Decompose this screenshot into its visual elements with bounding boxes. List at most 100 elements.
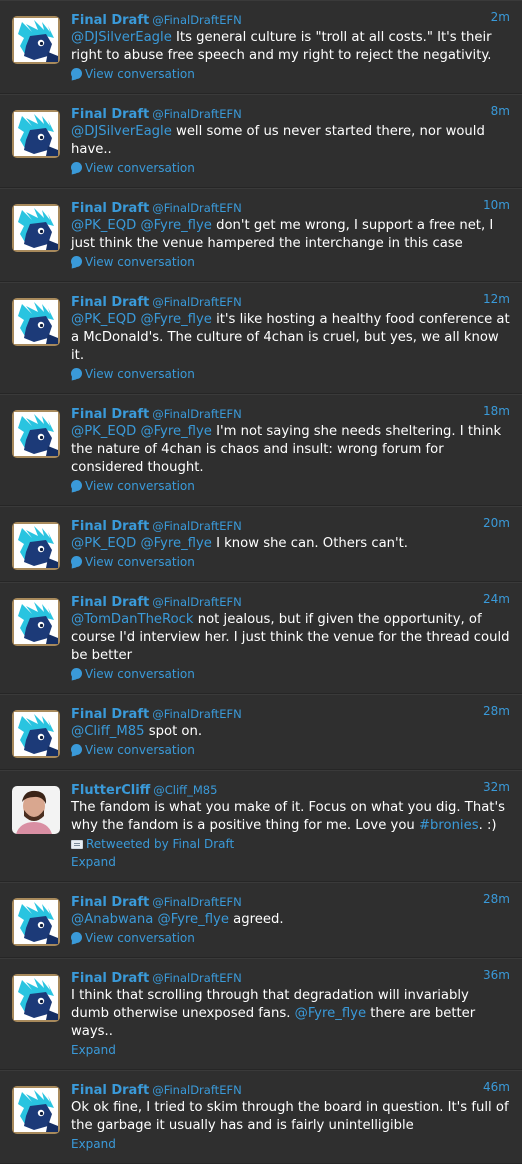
timestamp[interactable]: 36m	[483, 968, 510, 982]
author-handle[interactable]: @FinalDraftEFN	[152, 407, 241, 421]
tweet-item[interactable]: Final Draft @FinalDraftEFN 46m Ok ok fine, …	[0, 1070, 522, 1164]
mention-link[interactable]: @TomDanTheRock	[71, 612, 194, 627]
expand-link[interactable]: Expand	[71, 1135, 510, 1153]
view-conversation-link[interactable]: View conversation	[71, 159, 510, 177]
speech-bubble-icon	[71, 368, 82, 379]
mention-link[interactable]: @Anabwana	[71, 912, 153, 927]
expand-link[interactable]: Expand	[71, 1041, 510, 1059]
mention-link[interactable]: @Fyre_flye	[295, 1006, 366, 1021]
timestamp[interactable]: 28m	[483, 704, 510, 718]
avatar[interactable]	[12, 710, 60, 758]
text-segment: agreed.	[228, 912, 284, 927]
avatar[interactable]	[12, 204, 60, 252]
footer-link-label: View conversation	[85, 931, 195, 945]
author-name[interactable]: Final Draft	[71, 595, 149, 610]
mention-link[interactable]: @Fyre_flye	[158, 912, 229, 927]
mention-link[interactable]: @PK_EQD	[71, 312, 136, 327]
view-conversation-link[interactable]: View conversation	[71, 665, 510, 683]
author-handle[interactable]: @FinalDraftEFN	[152, 1083, 241, 1097]
tweet-item[interactable]: Final Draft @FinalDraftEFN 28m @Cliff_M85 s…	[0, 694, 522, 770]
avatar[interactable]	[12, 110, 60, 158]
retweeted-by[interactable]: Retweeted by Final Draft	[71, 835, 510, 853]
mention-link[interactable]: @DJSilverEagle	[71, 30, 172, 45]
timestamp[interactable]: 8m	[491, 104, 510, 118]
view-conversation-link[interactable]: View conversation	[71, 65, 510, 83]
author-handle[interactable]: @FinalDraftEFN	[152, 13, 241, 27]
tweet-item[interactable]: Final Draft @FinalDraftEFN 2m @DJSilverEagl…	[0, 0, 522, 94]
author-name[interactable]: Final Draft	[71, 519, 149, 534]
author-name[interactable]: Final Draft	[71, 13, 149, 28]
avatar[interactable]	[12, 786, 60, 834]
avatar[interactable]	[12, 298, 60, 346]
timestamp[interactable]: 24m	[483, 592, 510, 606]
timestamp[interactable]: 2m	[491, 10, 510, 24]
timestamp[interactable]: 20m	[483, 516, 510, 530]
avatar[interactable]	[12, 898, 60, 946]
author-name[interactable]: Final Draft	[71, 895, 149, 910]
timestamp[interactable]: 46m	[483, 1080, 510, 1094]
timestamp[interactable]: 10m	[483, 198, 510, 212]
author-handle[interactable]: @FinalDraftEFN	[152, 707, 241, 721]
mention-link[interactable]: @PK_EQD	[71, 536, 136, 551]
author-name[interactable]: FlutterCliff	[71, 783, 150, 798]
author-handle[interactable]: @FinalDraftEFN	[152, 971, 241, 985]
pony-avatar-art	[12, 1086, 60, 1134]
timestamp[interactable]: 18m	[483, 404, 510, 418]
avatar[interactable]	[12, 522, 60, 570]
mention-link[interactable]: @PK_EQD	[71, 424, 136, 439]
view-conversation-link[interactable]: View conversation	[71, 929, 510, 947]
tweet-item[interactable]: FlutterCliff @Cliff_M85 32m The fandom is w…	[0, 770, 522, 882]
author-name[interactable]: Final Draft	[71, 107, 149, 122]
author-name[interactable]: Final Draft	[71, 295, 149, 310]
mention-link[interactable]: @Cliff_M85	[71, 724, 145, 739]
tweet-item[interactable]: Final Draft @FinalDraftEFN 24m @TomDanTheRo…	[0, 582, 522, 694]
tweet-item[interactable]: Final Draft @FinalDraftEFN 10m @PK_EQD @Fyr…	[0, 188, 522, 282]
mention-link[interactable]: @Fyre_flye	[140, 424, 211, 439]
tweet-text: @PK_EQD @Fyre_flye it's like hosting a h…	[71, 311, 510, 365]
view-conversation-link[interactable]: View conversation	[71, 253, 510, 271]
expand-link[interactable]: Expand	[71, 853, 510, 871]
avatar[interactable]	[12, 598, 60, 646]
tweet-spacer	[71, 177, 510, 187]
tweet-item[interactable]: Final Draft @FinalDraftEFN 12m @PK_EQD @Fyr…	[0, 282, 522, 394]
author-name[interactable]: Final Draft	[71, 1083, 149, 1098]
avatar[interactable]	[12, 16, 60, 64]
author-handle[interactable]: @FinalDraftEFN	[152, 295, 241, 309]
author-name[interactable]: Final Draft	[71, 707, 149, 722]
author-name[interactable]: Final Draft	[71, 201, 149, 216]
tweet-item[interactable]: Final Draft @FinalDraftEFN 20m @PK_EQD @Fyr…	[0, 506, 522, 582]
tweet-item[interactable]: Final Draft @FinalDraftEFN 36m I think that…	[0, 958, 522, 1070]
author-name[interactable]: Final Draft	[71, 407, 149, 422]
avatar[interactable]	[12, 974, 60, 1022]
tweet-header: Final Draft @FinalDraftEFN 2m	[71, 9, 510, 29]
mention-link[interactable]: @PK_EQD	[71, 218, 136, 233]
view-conversation-link[interactable]: View conversation	[71, 365, 510, 383]
tweet-item[interactable]: Final Draft @FinalDraftEFN 18m @PK_EQD @Fyr…	[0, 394, 522, 506]
mention-link[interactable]: @Fyre_flye	[140, 312, 211, 327]
avatar[interactable]	[12, 1086, 60, 1134]
hashtag-link[interactable]: #bronies	[419, 818, 479, 833]
mention-link[interactable]: @Fyre_flye	[140, 218, 211, 233]
author-handle[interactable]: @FinalDraftEFN	[152, 107, 241, 121]
timestamp[interactable]: 28m	[483, 892, 510, 906]
tweet-item[interactable]: Final Draft @FinalDraftEFN 28m @Anabwana @F…	[0, 882, 522, 958]
avatar[interactable]	[12, 410, 60, 458]
mention-link[interactable]: @DJSilverEagle	[71, 124, 172, 139]
tweet-item[interactable]: Final Draft @FinalDraftEFN 8m @DJSilverEagl…	[0, 94, 522, 188]
footer-link-label: Expand	[71, 1043, 116, 1057]
mention-link[interactable]: @Fyre_flye	[140, 536, 211, 551]
view-conversation-link[interactable]: View conversation	[71, 741, 510, 759]
tweet-spacer	[71, 947, 510, 957]
timestamp[interactable]: 12m	[483, 292, 510, 306]
timestamp[interactable]: 32m	[483, 780, 510, 794]
view-conversation-link[interactable]: View conversation	[71, 553, 510, 571]
tweet-spacer	[71, 495, 510, 505]
speech-bubble-icon	[71, 932, 82, 943]
author-handle[interactable]: @FinalDraftEFN	[152, 201, 241, 215]
author-handle[interactable]: @FinalDraftEFN	[152, 519, 241, 533]
view-conversation-link[interactable]: View conversation	[71, 477, 510, 495]
author-handle[interactable]: @FinalDraftEFN	[152, 595, 241, 609]
author-name[interactable]: Final Draft	[71, 971, 149, 986]
author-handle[interactable]: @FinalDraftEFN	[152, 895, 241, 909]
author-handle[interactable]: @Cliff_M85	[153, 783, 217, 797]
